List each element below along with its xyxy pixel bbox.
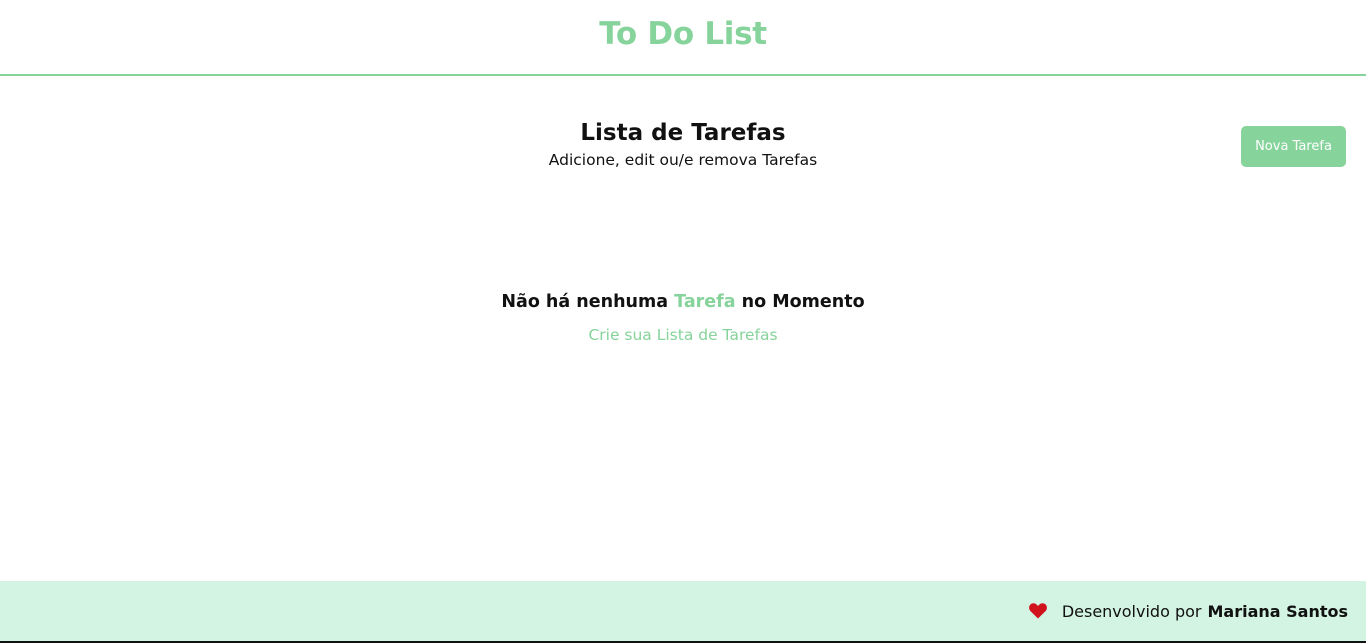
heart-icon [1028, 603, 1047, 619]
app-title: To Do List [599, 16, 767, 52]
list-subtitle: Adicione, edit ou/e remova Tarefas [548, 151, 818, 169]
heart-icon-svg [1028, 603, 1047, 619]
empty-title-suffix: no Momento [741, 292, 865, 312]
new-task-button[interactable]: Nova Tarefa [1241, 126, 1346, 167]
footer-author: Mariana Santos [1207, 601, 1348, 621]
app-footer: Desenvolvido por Mariana Santos [0, 581, 1366, 641]
create-list-link[interactable]: Crie sua Lista de Tarefas [588, 323, 777, 347]
empty-state: Não há nenhuma Tarefa no Momento Crie su… [0, 288, 1366, 347]
empty-title-prefix: Não há nenhuma [501, 292, 669, 312]
list-title: Lista de Tarefas [580, 120, 786, 146]
empty-title-accent: Tarefa [674, 292, 736, 312]
empty-state-title: Não há nenhuma Tarefa no Momento [0, 288, 1366, 316]
app-page: To Do List Lista de Tarefas Adicione, ed… [0, 0, 1366, 643]
footer-credit-text: Desenvolvido por [1061, 601, 1202, 621]
app-header: To Do List [0, 0, 1366, 76]
list-heading: Lista de Tarefas Adicione, edit ou/e rem… [0, 116, 1366, 172]
